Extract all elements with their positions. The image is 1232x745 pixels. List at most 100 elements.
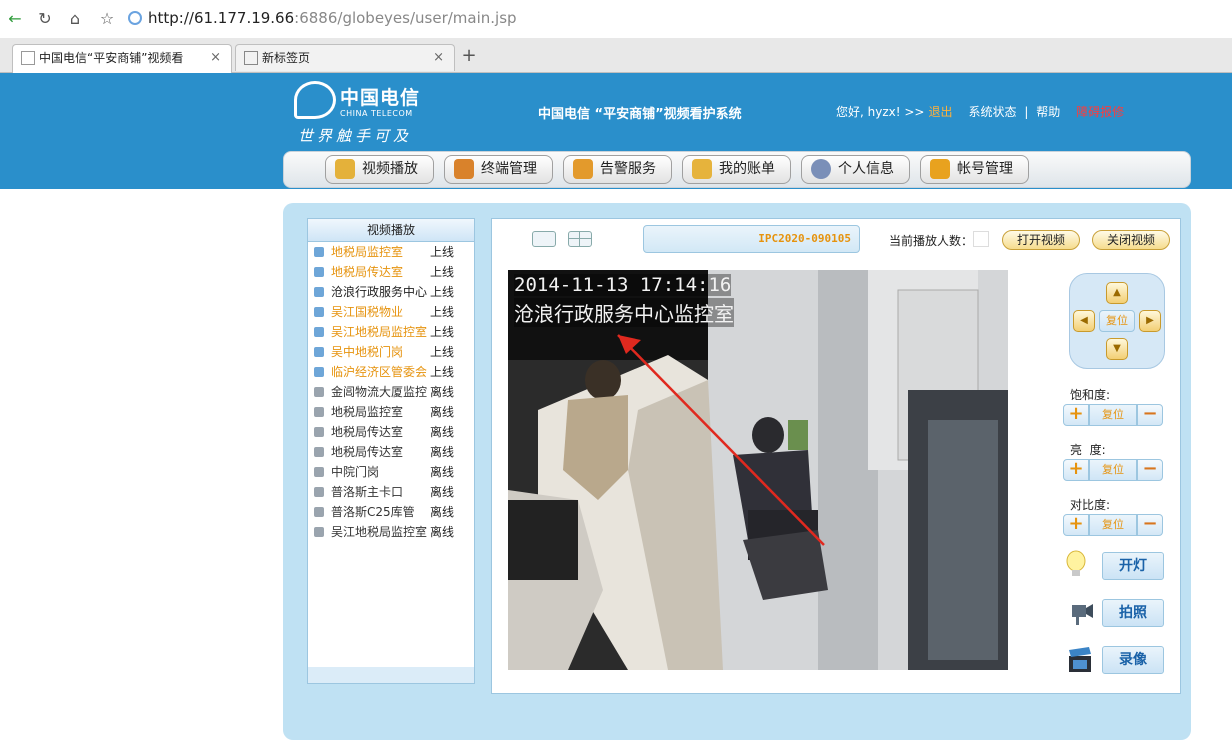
menu-label: 我的账单 <box>719 161 775 177</box>
tab-close-icon[interactable]: × <box>210 45 221 71</box>
single-view-layout-icon[interactable] <box>532 231 556 247</box>
new-tab-button[interactable]: + <box>458 44 480 70</box>
grid-icon <box>244 51 258 65</box>
device-list-item[interactable]: 吴中地税门岗 上线 <box>308 342 474 362</box>
record-button[interactable]: 录像 <box>1102 646 1164 674</box>
url-host: http://61.177.19.66 <box>148 9 295 27</box>
sidebar-title: 视频播放 <box>308 219 474 242</box>
saturation-plus-button[interactable]: + <box>1063 404 1089 426</box>
menu-my-bill[interactable]: 我的账单 <box>682 155 791 184</box>
device-status: 离线 <box>430 425 455 439</box>
saturation-reset-button[interactable]: 复位 <box>1089 404 1137 426</box>
ptz-right-button[interactable]: ▶ <box>1139 310 1161 332</box>
device-list-item[interactable]: 地税局监控室 上线 <box>308 242 474 262</box>
lightbulb-icon <box>1066 550 1086 576</box>
menu-label: 个人信息 <box>838 161 894 177</box>
tab-label: 中国电信“平安商铺”视频看 <box>39 51 184 65</box>
system-title: 中国电信 “平安商铺”视频看护系统 <box>538 107 742 122</box>
osd-camera-name: 沧浪行政服务中心监控室 <box>514 298 734 327</box>
camera-offline-icon <box>314 447 324 457</box>
device-list-item[interactable]: 沧浪行政服务中心 上线 <box>308 282 474 302</box>
tab-main[interactable]: 中国电信“平安商铺”视频看 × <box>12 44 232 73</box>
ptz-up-button[interactable]: ▲ <box>1106 282 1128 304</box>
close-video-button[interactable]: 关闭视频 <box>1092 230 1170 250</box>
megaphone-icon <box>573 159 593 179</box>
tab-new-page[interactable]: 新标签页 × <box>235 44 455 71</box>
help-link[interactable]: 帮助 <box>1036 105 1060 119</box>
camera-offline-icon <box>314 507 324 517</box>
device-name: 吴江国税物业 <box>331 305 404 319</box>
device-list-item[interactable]: 临沪经济区管委会 上线 <box>308 362 474 382</box>
contrast-label: 对比度: <box>1070 498 1111 512</box>
brightness-reset-button[interactable]: 复位 <box>1089 459 1137 481</box>
menu-terminal-manage[interactable]: 终端管理 <box>444 155 553 184</box>
brightness-minus-button[interactable]: − <box>1137 459 1163 481</box>
device-list-item[interactable]: 地税局传达室 离线 <box>308 422 474 442</box>
contrast-minus-button[interactable]: − <box>1137 514 1163 536</box>
telecom-logo-icon <box>294 81 336 119</box>
person-icon <box>811 159 831 179</box>
contrast-plus-button[interactable]: + <box>1063 514 1089 536</box>
device-list-item[interactable]: 地税局传达室 上线 <box>308 262 474 282</box>
tab-close-icon[interactable]: × <box>433 45 444 71</box>
camera-offline-icon <box>314 487 324 497</box>
menu-label: 帐号管理 <box>957 161 1013 177</box>
device-list-item[interactable]: 地税局监控室 离线 <box>308 402 474 422</box>
back-icon[interactable]: ← <box>4 8 26 30</box>
device-list-item[interactable]: 普洛斯主卡口 离线 <box>308 482 474 502</box>
device-list-item[interactable]: 吴江地税局监控室 上线 <box>308 322 474 342</box>
device-list-item[interactable]: 吴江地税局监控室 离线 <box>308 522 474 542</box>
device-list-item[interactable]: 普洛斯C25库管 离线 <box>308 502 474 522</box>
device-name: 地税局传达室 <box>331 265 404 279</box>
user-greeting: 您好, hyzx! >> <box>836 105 925 119</box>
quad-view-layout-icon[interactable] <box>568 231 592 247</box>
page-favicon-icon <box>21 51 35 65</box>
browser-address-bar: ← ↻ ⌂ ☆ http://61.177.19.66:6886/globeye… <box>0 0 1232 39</box>
device-list-item[interactable]: 金阊物流大厦监控 离线 <box>308 382 474 402</box>
ptz-reset-button[interactable]: 复位 <box>1099 310 1135 332</box>
device-name: 普洛斯主卡口 <box>331 485 404 499</box>
menu-label: 视频播放 <box>362 161 418 177</box>
ptz-left-button[interactable]: ◀ <box>1073 310 1095 332</box>
reload-icon[interactable]: ↻ <box>34 8 56 30</box>
device-sidebar: 视频播放 地税局监控室 上线 地税局传达室 上线 沧浪行政服务中心 上线 吴江国税物业 上线吴… <box>307 218 475 684</box>
wrench-icon <box>454 159 474 179</box>
device-name: 地税局监控室 <box>331 405 404 419</box>
fault-report-link[interactable]: 障碍报修 <box>1076 105 1124 119</box>
saturation-minus-button[interactable]: − <box>1137 404 1163 426</box>
device-list-item[interactable]: 吴江国税物业 上线 <box>308 302 474 322</box>
snapshot-button[interactable]: 拍照 <box>1102 599 1164 627</box>
camera-online-icon <box>314 347 324 357</box>
brightness-plus-button[interactable]: + <box>1063 459 1089 481</box>
menu-video-play[interactable]: 视频播放 <box>325 155 434 184</box>
system-status-link[interactable]: 系统状态 <box>969 105 1017 119</box>
device-name: 地税局传达室 <box>331 425 404 439</box>
video-stream[interactable]: 2014-11-13 17:14:16 沧浪行政服务中心监控室 <box>508 270 1008 670</box>
camera-offline-icon <box>314 467 324 477</box>
device-name: 金阊物流大厦监控 <box>331 385 428 399</box>
user-area: 您好, hyzx! >> 退出 系统状态 | 帮助 障碍报修 <box>836 103 1128 120</box>
china-telecom-logo: 中国电信 CHINA TELECOM 世界触手可及 <box>294 79 434 145</box>
url-field[interactable]: http://61.177.19.66:6886/globeyes/user/m… <box>128 9 517 27</box>
device-list-item[interactable]: 地税局传达室 离线 <box>308 442 474 462</box>
home-icon[interactable]: ⌂ <box>64 8 86 30</box>
ptz-down-button[interactable]: ▼ <box>1106 338 1128 360</box>
device-list-item[interactable]: 中院门岗 离线 <box>308 462 474 482</box>
logout-link[interactable]: 退出 <box>928 105 952 119</box>
device-name: 临沪经济区管委会 <box>331 365 428 379</box>
open-video-button[interactable]: 打开视频 <box>1002 230 1080 250</box>
camera-offline-icon <box>314 527 324 537</box>
menu-label: 告警服务 <box>600 161 656 177</box>
device-name: 吴中地税门岗 <box>331 345 404 359</box>
menu-account-manage[interactable]: 帐号管理 <box>920 155 1029 184</box>
device-name: 地税局监控室 <box>331 245 404 259</box>
separator: | <box>1024 105 1029 119</box>
device-name: 吴江地税局监控室 <box>331 525 428 539</box>
menu-personal-info[interactable]: 个人信息 <box>801 155 910 184</box>
bookmark-star-icon[interactable]: ☆ <box>96 8 118 30</box>
menu-alarm-service[interactable]: 告警服务 <box>563 155 672 184</box>
camera-online-icon <box>314 287 324 297</box>
brightness-control: + 复位 − <box>1063 459 1163 481</box>
contrast-reset-button[interactable]: 复位 <box>1089 514 1137 536</box>
light-on-button[interactable]: 开灯 <box>1102 552 1164 580</box>
